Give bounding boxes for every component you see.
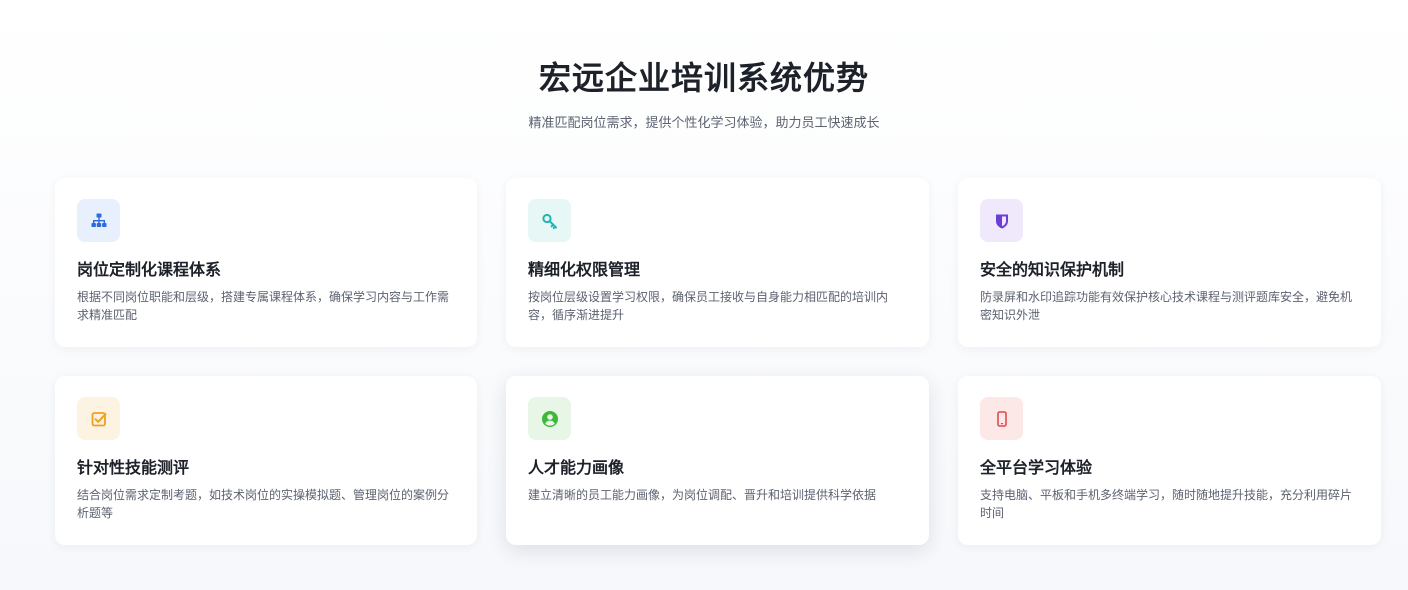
feature-description: 按岗位层级设置学习权限，确保员工接收与自身能力相匹配的培训内容，循序渐进提升 [528,290,889,322]
check-square-icon [89,409,109,429]
mobile-icon [992,409,1012,429]
page-subtitle: 精准匹配岗位需求，提供个性化学习体验，助力员工快速成长 [528,116,880,131]
feature-title: 全平台学习体验 [980,458,1093,477]
feature-description: 根据不同岗位职能和层级，搭建专属课程体系，确保学习内容与工作需求精准匹配 [77,290,450,322]
feature-icon-box [77,397,120,440]
feature-title: 岗位定制化课程体系 [77,260,222,279]
feature-card-cross-platform: 全平台学习体验 支持电脑、平板和手机多终端学习，随时随地提升技能，充分利用碎片时… [958,376,1381,545]
feature-icon-box [77,199,120,242]
key-icon [540,211,560,231]
feature-icon-box [980,397,1023,440]
feature-description: 结合岗位需求定制考题，如技术岗位的实操模拟题、管理岗位的案例分析题等 [77,488,450,520]
feature-icon-box [528,397,571,440]
user-circle-icon [540,409,560,429]
feature-card-talent-profile: 人才能力画像 建立清晰的员工能力画像，为岗位调配、晋升和培训提供科学依据 [506,376,929,545]
feature-title: 精细化权限管理 [528,260,641,279]
feature-title: 针对性技能测评 [77,458,190,477]
feature-grid: 岗位定制化课程体系 根据不同岗位职能和层级，搭建专属课程体系，确保学习内容与工作… [55,178,1381,545]
advantages-section: 宏远企业培训系统优势 精准匹配岗位需求，提供个性化学习体验，助力员工快速成长 岗… [0,0,1408,590]
feature-card-skill-assessment: 针对性技能测评 结合岗位需求定制考题，如技术岗位的实操模拟题、管理岗位的案例分析… [55,376,477,545]
feature-description: 支持电脑、平板和手机多终端学习，随时随地提升技能，充分利用碎片时间 [980,488,1353,520]
shield-icon [992,211,1012,231]
page-title: 宏远企业培训系统优势 [538,59,869,97]
feature-icon-box [528,199,571,242]
feature-card-course-system: 岗位定制化课程体系 根据不同岗位职能和层级，搭建专属课程体系，确保学习内容与工作… [55,178,477,347]
feature-description: 防录屏和水印追踪功能有效保护核心技术课程与测评题库安全，避免机密知识外泄 [980,290,1353,322]
feature-card-permission: 精细化权限管理 按岗位层级设置学习权限，确保员工接收与自身能力相匹配的培训内容，… [506,178,929,347]
feature-title: 安全的知识保护机制 [980,260,1125,279]
feature-description: 建立清晰的员工能力画像，为岗位调配、晋升和培训提供科学依据 [528,488,877,502]
feature-card-knowledge-protection: 安全的知识保护机制 防录屏和水印追踪功能有效保护核心技术课程与测评题库安全，避免… [958,178,1381,347]
feature-icon-box [980,199,1023,242]
sitemap-icon [89,211,109,231]
feature-title: 人才能力画像 [528,458,625,477]
